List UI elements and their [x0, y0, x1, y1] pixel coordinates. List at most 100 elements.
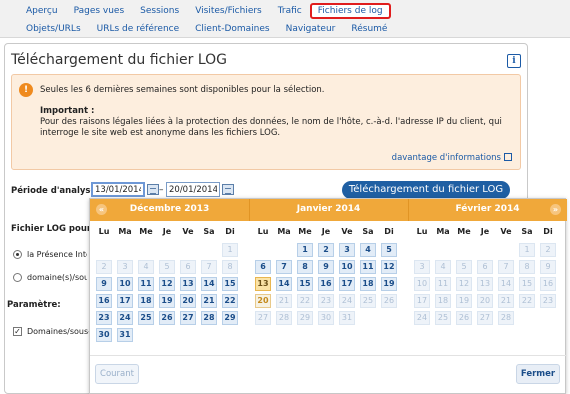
warning-icon: !	[19, 83, 33, 97]
more-info-link[interactable]: davantage d'informations	[392, 153, 512, 163]
info-icon[interactable]: i	[507, 54, 521, 68]
month-title: Décembre 2013	[129, 204, 210, 214]
calendar-day: 15	[519, 277, 535, 291]
calendar-day: 21	[498, 294, 514, 308]
calendar-day[interactable]: 19	[159, 294, 175, 308]
date-from-input[interactable]	[91, 182, 145, 197]
calendar-day[interactable]: 13	[180, 277, 196, 291]
calendar-day[interactable]: 17	[117, 294, 133, 308]
calendar-day[interactable]: 12	[159, 277, 175, 291]
weekday-label: Sa	[362, 227, 374, 236]
calendar-day[interactable]: 19	[381, 277, 397, 291]
calendar-day[interactable]: 20	[255, 294, 271, 308]
calendar-day[interactable]: 27	[180, 311, 196, 325]
nav-navigateur[interactable]: Navigateur	[278, 24, 344, 34]
calendar-day[interactable]: 10	[117, 277, 133, 291]
calendar-day[interactable]: 17	[339, 277, 355, 291]
calendar-day[interactable]: 26	[159, 311, 175, 325]
calendar-day[interactable]: 15	[297, 277, 313, 291]
calendar-day[interactable]: 16	[96, 294, 112, 308]
month-title: Février 2014	[455, 204, 520, 214]
calendar-day[interactable]: 21	[201, 294, 217, 308]
nav-pages-vues[interactable]: Pages vues	[66, 6, 133, 16]
calendar-day[interactable]: 5	[381, 243, 397, 257]
calendar-day[interactable]: 18	[360, 277, 376, 291]
nav-objets-urls[interactable]: Objets/URLs	[18, 24, 89, 34]
calendar-day[interactable]: 3	[339, 243, 355, 257]
calendar-day[interactable]: 9	[96, 277, 112, 291]
month-separator	[249, 199, 250, 221]
calendar-day: 27	[255, 311, 271, 325]
calendar-day[interactable]: 16	[318, 277, 334, 291]
calendar-day[interactable]: 28	[201, 311, 217, 325]
calendar-day[interactable]: 6	[255, 260, 271, 274]
calendar-day: 17	[414, 294, 430, 308]
calendar-day: 20	[477, 294, 493, 308]
calendar-day[interactable]: 23	[96, 311, 112, 325]
weekday-label: Di	[384, 227, 394, 236]
calendar-day[interactable]: 24	[117, 311, 133, 325]
weekday-label: Je	[480, 227, 490, 236]
nav-trafic[interactable]: Trafic	[270, 6, 310, 16]
nav-fichiers-de-log[interactable]: Fichiers de log	[309, 2, 391, 19]
calendar-day[interactable]: 7	[276, 260, 292, 274]
calendar-day[interactable]: 11	[360, 260, 376, 274]
calendar-day[interactable]: 22	[222, 294, 238, 308]
external-link-icon	[504, 153, 512, 161]
calendar-day[interactable]: 15	[222, 277, 238, 291]
calendar-day[interactable]: 1	[297, 243, 313, 257]
calendar-day[interactable]: 4	[360, 243, 376, 257]
radio-domains[interactable]	[13, 273, 22, 282]
calendar-day: 23	[540, 294, 556, 308]
calendar-day: 12	[456, 277, 472, 291]
nav-urls-reference[interactable]: URLs de référence	[89, 24, 188, 34]
domains-checkbox[interactable]: ✓	[13, 327, 22, 336]
date-separator: –	[159, 185, 164, 195]
calendar-day[interactable]: 18	[138, 294, 154, 308]
calendar-day: 2	[96, 260, 112, 274]
download-log-button[interactable]: Téléchargement du fichier LOG	[342, 181, 510, 199]
calendar-day[interactable]: 10	[339, 260, 355, 274]
weekday-label: Ma	[436, 227, 450, 236]
calendar-day[interactable]: 29	[222, 311, 238, 325]
calendar-day: 8	[519, 260, 535, 274]
nav-apercu[interactable]: Aperçu	[18, 6, 66, 16]
month-separator	[408, 199, 409, 221]
calendar-day[interactable]: 12	[381, 260, 397, 274]
calendar-day: 1	[222, 243, 238, 257]
nav-client-domaines[interactable]: Client-Domaines	[187, 24, 277, 34]
calendar-day[interactable]: 14	[276, 277, 292, 291]
calendar-day: 26	[381, 294, 397, 308]
calendar-day: 24	[414, 311, 430, 325]
calendar-day: 3	[117, 260, 133, 274]
calendar-day: 14	[498, 277, 514, 291]
calendar-day[interactable]: 2	[318, 243, 334, 257]
parameter-label: Paramètre:	[7, 300, 61, 310]
calendar-day[interactable]: 9	[318, 260, 334, 274]
calendar-day[interactable]: 11	[138, 277, 154, 291]
date-to-input[interactable]	[166, 182, 220, 197]
calendar-icon[interactable]	[222, 184, 234, 195]
nav-sessions[interactable]: Sessions	[132, 6, 187, 16]
radio-internet-presence[interactable]	[13, 250, 22, 259]
datepicker-popup: « » Décembre 2013 Janvier 2014 Février 201…	[89, 198, 567, 394]
nav-visites-fichiers[interactable]: Visites/Fichiers	[187, 6, 270, 16]
calendar-day[interactable]: 13	[255, 277, 271, 291]
calendar-day: 6	[180, 260, 196, 274]
log-for-label: Fichier LOG pour:	[11, 224, 95, 234]
close-button[interactable]: Fermer	[516, 364, 560, 384]
calendar-day[interactable]: 14	[201, 277, 217, 291]
calendar-day[interactable]: 25	[138, 311, 154, 325]
calendar-day[interactable]: 8	[297, 260, 313, 274]
nav-row-secondary: Objets/URLs URLs de référence Client-Dom…	[18, 20, 395, 37]
calendar-day[interactable]: 30	[96, 328, 112, 342]
calendar-day[interactable]: 31	[117, 328, 133, 342]
page-title: Téléchargement du fichier LOG	[11, 52, 227, 68]
datepicker-divider	[90, 355, 567, 356]
calendar-icon[interactable]	[147, 184, 159, 195]
current-button[interactable]: Courant	[95, 364, 139, 384]
calendar-day: 18	[435, 294, 451, 308]
calendar-day[interactable]: 20	[180, 294, 196, 308]
calendar-day: 2	[540, 243, 556, 257]
nav-resume[interactable]: Résumé	[343, 24, 395, 34]
